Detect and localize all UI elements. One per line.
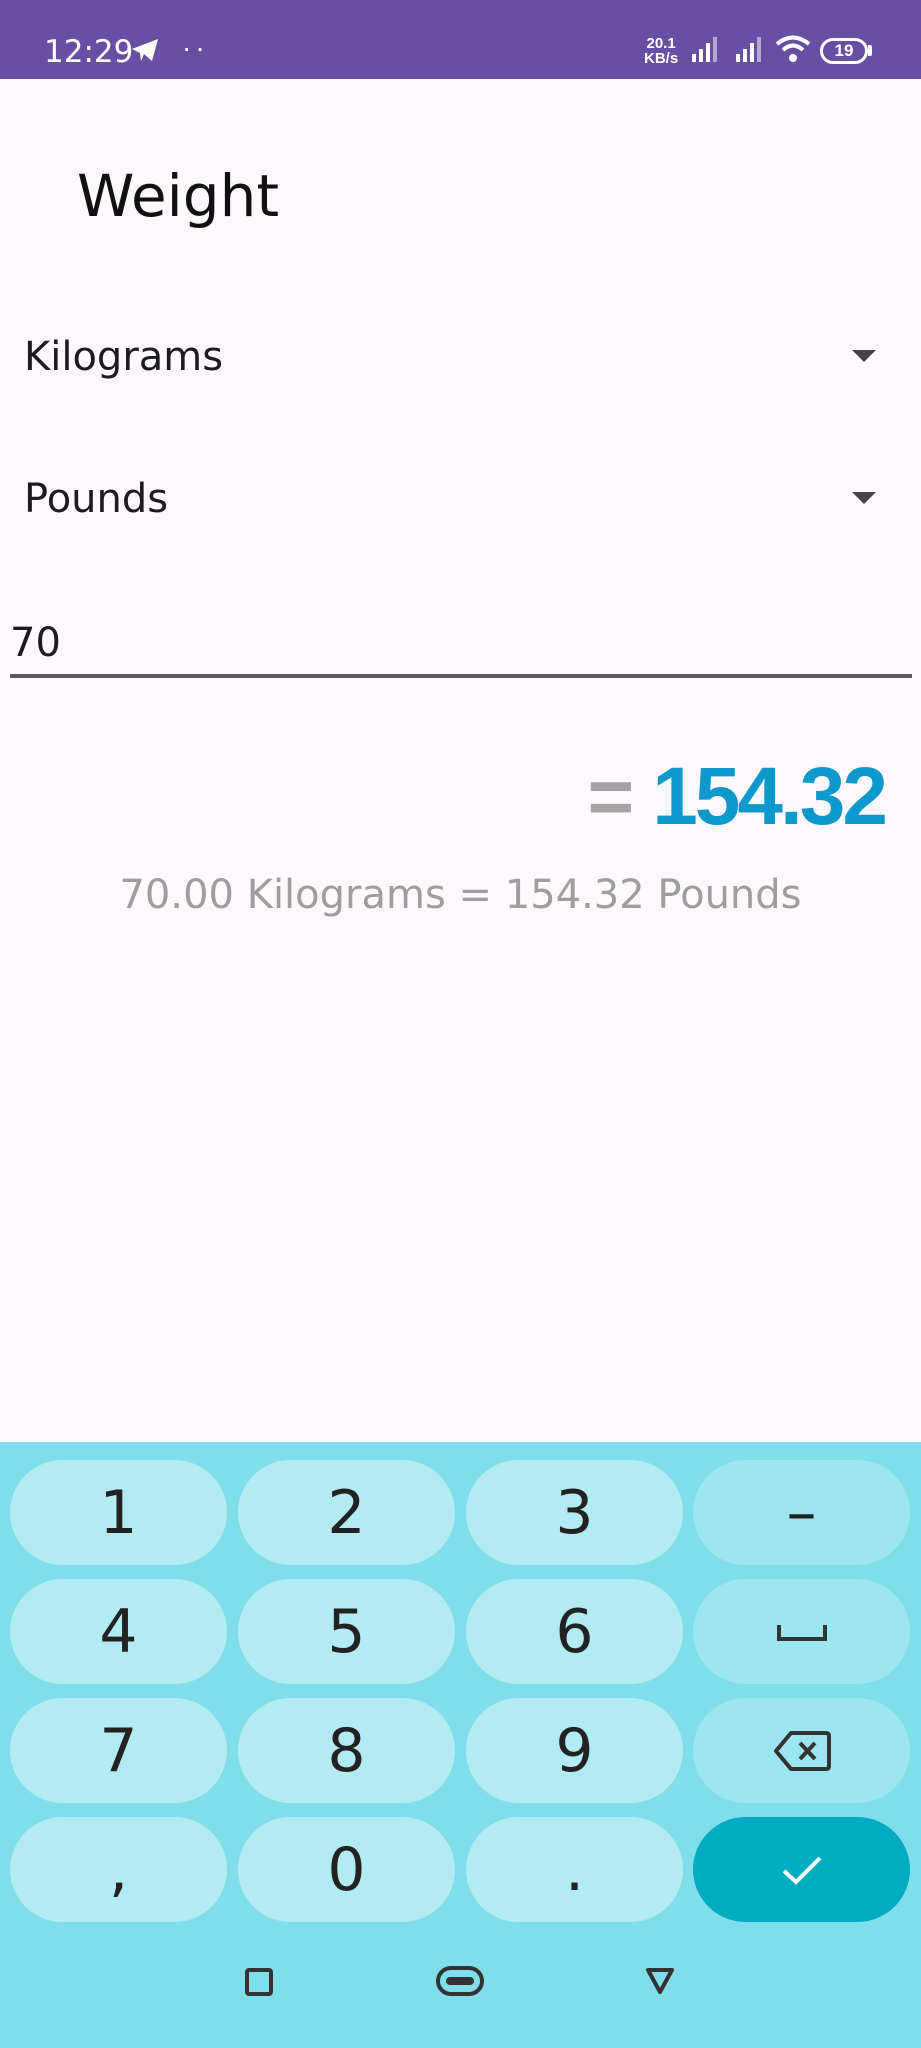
recents-icon[interactable] bbox=[245, 1968, 273, 1996]
home-icon[interactable] bbox=[436, 1966, 484, 1996]
key-4[interactable]: 4 bbox=[10, 1579, 227, 1684]
caret-down-icon bbox=[852, 492, 876, 504]
key-period[interactable]: . bbox=[466, 1817, 683, 1922]
key-1[interactable]: 1 bbox=[10, 1460, 227, 1565]
signal-icon bbox=[692, 37, 717, 62]
wifi-icon bbox=[775, 35, 811, 62]
network-speed-unit: KB/s bbox=[644, 50, 679, 67]
telegram-icon bbox=[132, 39, 158, 61]
from-unit-dropdown[interactable]: Kilograms bbox=[0, 308, 921, 408]
space-icon bbox=[776, 1624, 827, 1641]
key-6[interactable]: 6 bbox=[466, 1579, 683, 1684]
battery-icon: 19 bbox=[820, 38, 868, 64]
numeric-keyboard: 1 2 3 – 4 5 6 7 8 9 , 0 . bbox=[0, 1442, 921, 2048]
caret-down-icon bbox=[852, 350, 876, 362]
to-unit-dropdown[interactable]: Pounds bbox=[0, 450, 921, 550]
back-icon[interactable] bbox=[646, 1968, 674, 1994]
backspace-key[interactable] bbox=[693, 1698, 910, 1803]
page-title: Weight bbox=[77, 162, 280, 230]
equals-sign: = bbox=[587, 752, 635, 841]
status-bar: 12:29 ·· 20.1 KB/s 19 bbox=[0, 0, 921, 79]
amount-input[interactable]: 70 bbox=[10, 612, 912, 678]
key-3[interactable]: 3 bbox=[466, 1460, 683, 1565]
key-2[interactable]: 2 bbox=[238, 1460, 455, 1565]
key-9[interactable]: 9 bbox=[466, 1698, 683, 1803]
from-unit-label: Kilograms bbox=[24, 334, 224, 380]
key-7[interactable]: 7 bbox=[10, 1698, 227, 1803]
checkmark-icon bbox=[782, 1856, 821, 1885]
key-0[interactable]: 0 bbox=[238, 1817, 455, 1922]
battery-level: 19 bbox=[834, 41, 854, 60]
key-5[interactable]: 5 bbox=[238, 1579, 455, 1684]
navigation-bar bbox=[0, 1942, 921, 2048]
battery-tip bbox=[868, 45, 872, 56]
key-8[interactable]: 8 bbox=[238, 1698, 455, 1803]
network-speed-value: 20.1 bbox=[646, 35, 676, 52]
to-unit-label: Pounds bbox=[24, 476, 169, 522]
notification-dots: ·· bbox=[182, 32, 209, 63]
status-time: 12:29 bbox=[44, 34, 134, 70]
result-value: 154.32 bbox=[652, 751, 888, 842]
network-speed: 20.1 KB/s bbox=[644, 36, 678, 66]
space-key[interactable] bbox=[693, 1579, 910, 1684]
backspace-icon bbox=[773, 1730, 831, 1771]
signal-icon bbox=[736, 37, 761, 62]
result-display: = 154.32 bbox=[587, 751, 888, 842]
conversion-summary: 70.00 Kilograms = 154.32 Pounds bbox=[119, 872, 802, 918]
key-minus[interactable]: – bbox=[693, 1460, 910, 1565]
done-key[interactable] bbox=[693, 1817, 910, 1922]
amount-input-value: 70 bbox=[10, 620, 61, 666]
key-comma[interactable]: , bbox=[10, 1817, 227, 1922]
